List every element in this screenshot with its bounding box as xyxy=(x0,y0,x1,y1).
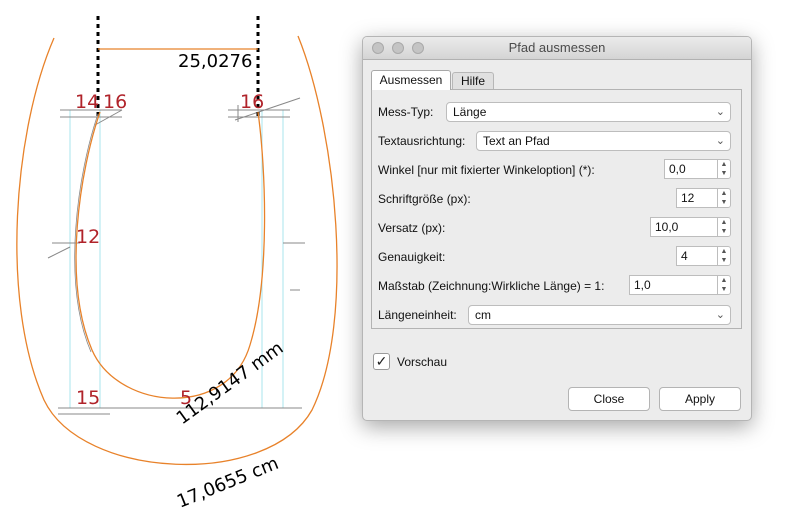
arrow-down-icon[interactable]: ▼ xyxy=(718,169,730,178)
outer-curve[interactable] xyxy=(16,35,338,465)
laengeneinheit-label: Längeneinheit: xyxy=(378,308,457,322)
arrow-up-icon[interactable]: ▲ xyxy=(718,247,730,256)
tab-panel: Mess-Typ: Länge ⌄ Textausrichtung: Text … xyxy=(371,89,742,329)
node-label-16-left: 16 xyxy=(103,91,127,113)
arrow-down-icon[interactable]: ▼ xyxy=(718,256,730,265)
mess-typ-select[interactable]: Länge ⌄ xyxy=(446,102,731,122)
massstab-spinbox[interactable]: 1,0 ▲ ▼ xyxy=(629,275,731,295)
laengeneinheit-select[interactable]: cm ⌄ xyxy=(468,305,731,325)
arrow-down-icon[interactable]: ▼ xyxy=(718,198,730,207)
genauigkeit-input[interactable]: 4 xyxy=(676,246,717,266)
measurement-top: 25,0276 xyxy=(178,51,252,72)
preview-label: Vorschau xyxy=(397,355,448,369)
measure-path-dialog: Pfad ausmessen Ausmessen Hilfe Mess-Typ:… xyxy=(362,36,752,421)
textausrichtung-select[interactable]: Text an Pfad ⌄ xyxy=(476,131,731,151)
tab-hilfe[interactable]: Hilfe xyxy=(452,72,494,90)
mess-typ-label: Mess-Typ: xyxy=(378,105,434,119)
close-button[interactable]: Close xyxy=(568,387,650,411)
arrow-up-icon[interactable]: ▲ xyxy=(718,189,730,198)
checkmark-icon: ✓ xyxy=(375,353,388,369)
massstab-label: Maßstab (Zeichnung:Wirkliche Länge) = 1: xyxy=(378,279,605,293)
arrow-up-icon[interactable]: ▲ xyxy=(718,160,730,169)
genauigkeit-label: Genauigkeit: xyxy=(378,250,446,264)
chevron-down-icon: ⌄ xyxy=(715,135,725,147)
node-label-15: 15 xyxy=(76,387,100,409)
apply-button[interactable]: Apply xyxy=(659,387,741,411)
versatz-label: Versatz (px): xyxy=(378,221,446,235)
arrow-down-icon[interactable]: ▼ xyxy=(718,227,730,236)
winkel-label: Winkel [nur mit fixierter Winkeloption] … xyxy=(378,163,595,177)
mess-typ-value: Länge xyxy=(453,105,487,119)
dialog-title: Pfad ausmessen xyxy=(508,40,606,55)
winkel-spinbox[interactable]: 0,0 ▲ ▼ xyxy=(664,159,731,179)
preview-checkbox[interactable]: ✓ xyxy=(373,353,390,370)
tab-ausmessen[interactable]: Ausmessen xyxy=(371,70,451,90)
schriftgroesse-input[interactable]: 12 xyxy=(676,188,717,208)
schriftgroesse-label: Schriftgröße (px): xyxy=(378,192,471,206)
dialog-titlebar[interactable]: Pfad ausmessen xyxy=(363,37,751,60)
versatz-spinbox[interactable]: 10,0 ▲ ▼ xyxy=(650,217,731,237)
versatz-input[interactable]: 10,0 xyxy=(650,217,717,237)
laengeneinheit-value: cm xyxy=(475,308,491,322)
massstab-input[interactable]: 1,0 xyxy=(629,275,717,295)
inner-curve[interactable] xyxy=(75,111,266,399)
arrow-up-icon[interactable]: ▲ xyxy=(718,218,730,227)
arrow-up-icon[interactable]: ▲ xyxy=(718,276,730,285)
textausrichtung-label: Textausrichtung: xyxy=(378,134,466,148)
winkel-input[interactable]: 0,0 xyxy=(664,159,717,179)
arrow-down-icon[interactable]: ▼ xyxy=(718,285,730,294)
node-label-12: 12 xyxy=(76,226,100,248)
schriftgroesse-spinbox[interactable]: 12 ▲ ▼ xyxy=(676,188,731,208)
measurement-outer: 17,0655 cm xyxy=(174,453,282,513)
genauigkeit-spinbox[interactable]: 4 ▲ ▼ xyxy=(676,246,731,266)
node-label-16-right: 16 xyxy=(240,91,264,113)
chevron-down-icon: ⌄ xyxy=(715,309,725,321)
textausrichtung-value: Text an Pfad xyxy=(483,134,550,148)
measurement-inner: 112,9147 mm xyxy=(173,338,288,429)
chevron-down-icon: ⌄ xyxy=(715,106,725,118)
node-label-14: 14 xyxy=(75,91,99,113)
